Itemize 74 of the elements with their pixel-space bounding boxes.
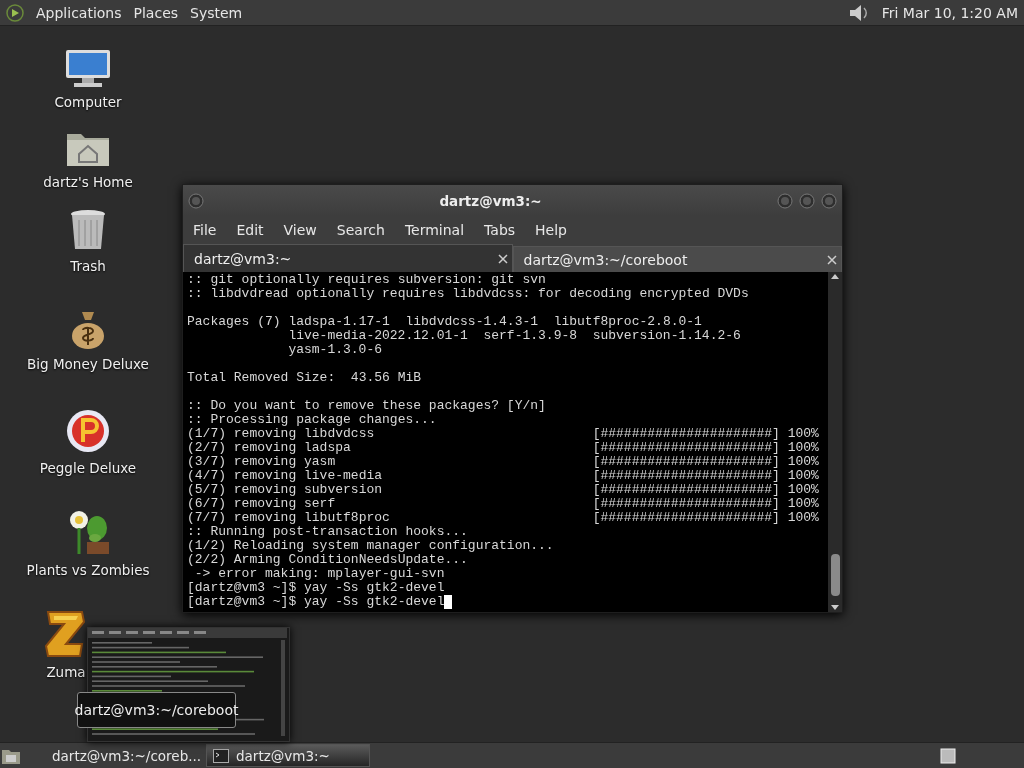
percent-text: 100% <box>787 482 819 497</box>
terminal-line: (2/2) Arming ConditionNeedsUpdate... <box>187 552 468 567</box>
progress-bar-text: [######################] <box>592 426 780 441</box>
percent-text: 100% <box>787 454 819 469</box>
menu-item[interactable]: File <box>183 218 227 242</box>
terminal-line: (1/7) removing libdvdcss <box>187 427 376 441</box>
percent-text: 100% <box>787 440 819 455</box>
trash-icon[interactable] <box>69 208 107 252</box>
clock[interactable]: Fri Mar 10, 1:20 AM <box>881 4 1018 21</box>
panel-menu[interactable]: Places <box>133 4 179 21</box>
desktop-icon-label[interactable]: Peggle Deluxe <box>39 460 137 476</box>
terminal-line: -> error making: mplayer-gui-svn <box>193 566 445 581</box>
menu-item[interactable]: Search <box>326 218 395 242</box>
minimize-button[interactable] <box>777 192 793 209</box>
terminal-line: (7/7) removing libutf8proc <box>187 511 391 525</box>
terminal-line: (2/7) removing ladspa <box>187 441 352 455</box>
panel-menu[interactable]: Applications <box>36 4 122 21</box>
terminal-line: (6/7) removing serf <box>187 497 337 511</box>
maximize-button[interactable] <box>799 192 815 209</box>
desktop-icon-label[interactable]: Plants vs Zombies <box>26 562 150 578</box>
taskbar-button[interactable]: dartz@vm3:~ <box>206 744 370 767</box>
terminal-line: [dartz@vm3 ~]$ yay -Ss gtk2-devel <box>187 580 445 595</box>
percent-text: 100% <box>787 510 819 525</box>
terminal-line: (4/7) removing live-media <box>187 469 384 483</box>
terminal-line: live-media-2022.12.01-1 serf-1.3.9-8 subversion-1.14.2-6 <box>288 328 741 343</box>
terminal-tab[interactable]: dartz@vm3:~ <box>183 244 513 272</box>
zuma-icon[interactable] <box>44 608 88 658</box>
panel-menu[interactable]: System <box>190 4 243 21</box>
close-button[interactable] <box>821 192 837 209</box>
menu-item[interactable]: Help <box>525 218 577 242</box>
terminal-line: :: git optionally requires subversion: git svn <box>187 272 546 287</box>
desktop-icon-label[interactable]: Big Money Deluxe <box>27 356 149 372</box>
speaker-icon[interactable] <box>847 2 870 23</box>
terminal-line: Total Removed Size: 43.56 MiB <box>187 370 422 385</box>
terminal-line: (5/7) removing subversion <box>187 483 384 497</box>
percent-text: 100% <box>787 468 819 483</box>
percent-text: 100% <box>787 426 819 441</box>
terminal-line: :: Running post-transaction hooks... <box>187 524 468 539</box>
terminal-icon <box>213 748 229 763</box>
progress-bar-text: [######################] <box>592 454 780 469</box>
menu-item[interactable]: Tabs <box>474 218 526 242</box>
close-icon[interactable] <box>497 253 508 264</box>
menu-item[interactable]: Terminal <box>394 218 475 242</box>
window-title: dartz@vm3:~ <box>438 192 543 209</box>
scroll-down-icon[interactable] <box>830 604 840 612</box>
progress-bar-text: [######################] <box>592 440 780 455</box>
menu-item[interactable]: View <box>273 218 327 242</box>
progress-bar-text: [######################] <box>592 510 780 525</box>
window-menu-button[interactable] <box>188 192 204 209</box>
terminal-tab[interactable]: dartz@vm3:~/coreboot <box>512 246 842 272</box>
menu-item[interactable]: Edit <box>226 218 274 242</box>
desktop-icon-label[interactable]: Trash <box>70 258 106 274</box>
scroll-thumb[interactable] <box>830 554 840 596</box>
peggle-icon[interactable] <box>65 408 111 454</box>
terminal-line: (3/7) removing yasm <box>187 455 337 469</box>
scrollbar[interactable] <box>828 272 842 612</box>
terminal-line: Packages (7) ladspa-1.17-1 libdvdcss-1.4.3-1 libutf8proc-2.8.0-1 <box>187 314 702 329</box>
terminal-line: [dartz@vm3 ~]$ yay -Ss gtk2-devel <box>187 594 445 609</box>
percent-text: 100% <box>787 496 819 511</box>
progress-bar-text: [######################] <box>592 496 780 511</box>
computer-icon[interactable] <box>64 48 112 88</box>
desktop-icon-label[interactable]: Computer <box>54 94 122 110</box>
terminal-line: :: Processing package changes... <box>187 412 437 427</box>
terminal-line: (1/2) Reloading system manager configuration... <box>187 538 554 553</box>
workspace-switcher-icon[interactable] <box>940 747 956 764</box>
progress-bar-text: [######################] <box>592 468 780 483</box>
progress-bar-text: [######################] <box>592 482 780 497</box>
terminal-line: :: Do you want to remove these packages? [Y/n] <box>187 398 546 413</box>
logo-icon[interactable] <box>6 3 24 22</box>
desktop-icon-label[interactable]: Zuma <box>46 664 86 680</box>
desktop-icon-label[interactable]: dartz's Home <box>43 174 133 190</box>
close-icon[interactable] <box>827 254 837 265</box>
terminal-line: :: libdvdread optionally requires libdvdcss: for decoding encrypted DVDs <box>187 286 749 301</box>
terminal-line: yasm-1.3.0-6 <box>288 342 383 357</box>
